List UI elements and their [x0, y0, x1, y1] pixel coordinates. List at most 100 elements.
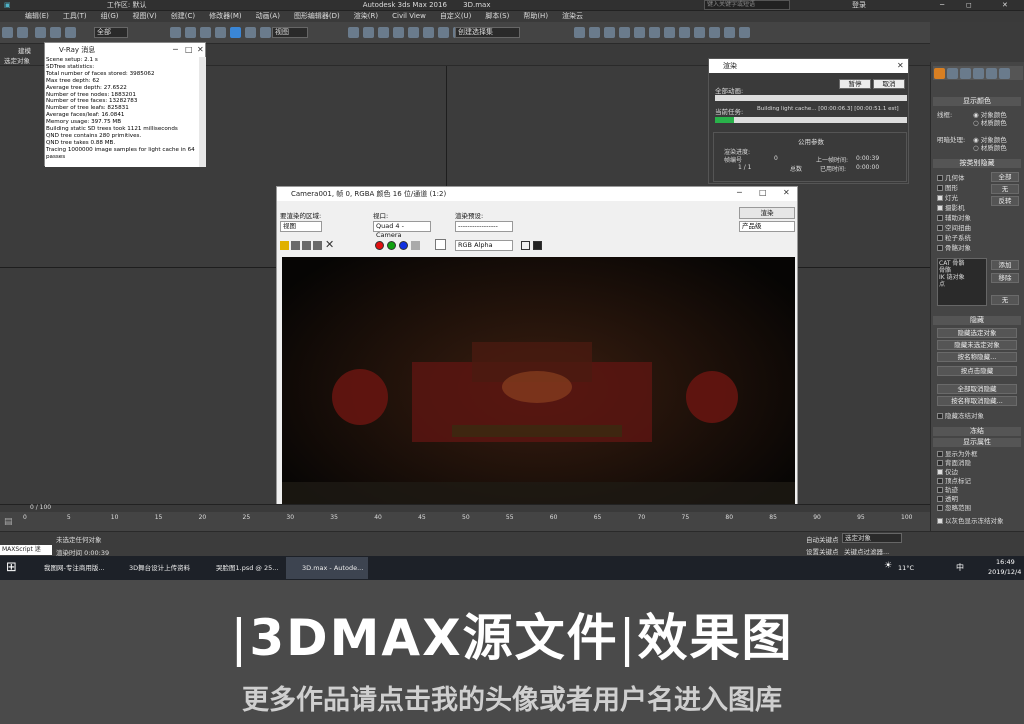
taskbar-app[interactable]: 我图网-专注商用版... — [28, 557, 108, 579]
mirror-icon[interactable] — [574, 27, 586, 38]
render-production-icon[interactable] — [709, 27, 721, 38]
none-button[interactable]: 无 — [991, 184, 1019, 194]
utilities-tab-icon[interactable] — [999, 68, 1010, 79]
hide-header[interactable]: 隐藏 — [933, 316, 1021, 325]
rotate-icon[interactable] — [245, 27, 257, 38]
category-checkbox[interactable]: 图形 — [937, 182, 958, 192]
blue-channel-icon[interactable] — [399, 241, 408, 250]
snap-icon[interactable] — [392, 27, 404, 38]
hierarchy-tab-icon[interactable] — [960, 68, 971, 79]
minimize-icon[interactable]: ─ — [173, 45, 178, 54]
hide-by-hit-button[interactable]: 按点击隐藏 — [937, 366, 1017, 376]
percent-snap-icon[interactable] — [422, 27, 434, 38]
named-selection-dropdown[interactable]: 创建选择集 — [455, 27, 520, 38]
manipulate-icon[interactable] — [362, 27, 374, 38]
hide-unselected-button[interactable]: 隐藏未选定对象 — [937, 340, 1017, 350]
vray-icon[interactable] — [724, 27, 736, 38]
window-crossing-icon[interactable] — [215, 27, 227, 38]
material-color-radio[interactable]: ○ 材质颜色 — [973, 117, 1007, 127]
key-filters-button[interactable]: 关键点过滤器... — [844, 546, 889, 556]
render-setup-icon[interactable] — [679, 27, 691, 38]
menu-item[interactable]: 脚本(S) — [485, 11, 509, 22]
menu-item[interactable]: 图形编辑器(D) — [294, 11, 340, 22]
menu-item[interactable]: 视图(V) — [133, 11, 157, 22]
hide-frozen-checkbox[interactable]: 隐藏冻结对象 — [937, 410, 984, 420]
close-icon[interactable]: ✕ — [197, 45, 204, 54]
selection-filter-dropdown[interactable]: 全部 — [94, 27, 128, 38]
tab-selected[interactable]: 选定对象 — [4, 55, 30, 65]
close-icon[interactable]: ✕ — [783, 188, 790, 197]
save-image-icon[interactable] — [280, 241, 289, 250]
add-button[interactable]: 添加 — [991, 260, 1019, 270]
menu-item[interactable]: 自定义(U) — [440, 11, 472, 22]
unhide-all-button[interactable]: 全部取消隐藏 — [937, 384, 1017, 394]
login-link[interactable]: 登录 — [852, 0, 866, 11]
invert-button[interactable]: 反转 — [991, 196, 1019, 206]
pause-button[interactable]: 暂停 — [839, 79, 871, 89]
preset-dropdown[interactable]: ----------------- — [455, 221, 513, 232]
select-icon[interactable] — [170, 27, 182, 38]
render-button[interactable]: 渲染 — [739, 207, 795, 219]
category-checkbox[interactable]: 空间扭曲 — [937, 222, 971, 232]
display-alpha-icon[interactable] — [533, 241, 542, 250]
search-input[interactable]: 键入关键字或短语 — [704, 0, 790, 10]
product-level-dropdown[interactable]: 产品级 — [739, 221, 795, 232]
mini-curve-icon[interactable]: ▤ — [4, 517, 13, 527]
time-slider-position[interactable]: 0 / 100 — [30, 504, 51, 511]
set-key-label[interactable]: 设置关键点 — [806, 546, 839, 556]
minimize-icon[interactable]: ─ — [737, 188, 742, 197]
close-icon[interactable]: ✕ — [897, 61, 904, 70]
category-checkbox[interactable]: 灯光 — [937, 192, 958, 202]
taskbar-app[interactable]: 3D.max - Autode... — [286, 557, 368, 579]
category-checkbox[interactable]: 摄影机 — [937, 202, 965, 212]
color-swatch[interactable] — [435, 239, 446, 250]
category-checkbox[interactable]: 粒子系统 — [937, 232, 971, 242]
hide-by-category-header[interactable]: 按类别隐藏 — [933, 159, 1021, 168]
scale-icon[interactable] — [260, 27, 272, 38]
rect-select-icon[interactable] — [200, 27, 212, 38]
app-icon[interactable]: ▣ — [4, 0, 11, 11]
category-checkbox[interactable]: 几何体 — [937, 172, 965, 182]
print-icon[interactable] — [313, 241, 322, 250]
scrollbar[interactable] — [199, 57, 206, 167]
menu-item[interactable]: 动画(A) — [256, 11, 280, 22]
taskbar-app[interactable]: 哭脸图1.psd @ 25... — [200, 557, 282, 579]
angle-snap-icon[interactable] — [407, 27, 419, 38]
ime-indicator[interactable]: 中 — [956, 562, 964, 573]
minimize-icon[interactable]: ─ — [940, 0, 944, 11]
cancel-button[interactable]: 取消 — [873, 79, 905, 89]
menu-item[interactable]: 编辑(E) — [25, 11, 49, 22]
workspace-selector[interactable]: 工作区: 默认 — [107, 0, 147, 11]
pivot-icon[interactable] — [347, 27, 359, 38]
move-icon[interactable] — [230, 27, 242, 38]
curve-editor-icon[interactable] — [634, 27, 646, 38]
clear-icon[interactable]: ✕ — [325, 238, 334, 251]
key-mode-dropdown[interactable]: 选定对象 — [842, 533, 902, 543]
menu-item[interactable]: 渲染云 — [562, 11, 583, 22]
category-list[interactable]: CAT 骨骼 骨骼 IK 链对象 点 — [937, 258, 987, 306]
viewport-dropdown[interactable]: Quad 4 - Camera — [373, 221, 431, 239]
menu-item[interactable]: Civil View — [392, 11, 426, 22]
motion-tab-icon[interactable] — [973, 68, 984, 79]
render-area-dropdown[interactable]: 视图 — [280, 221, 322, 232]
spinner-snap-icon[interactable] — [437, 27, 449, 38]
create-tab-icon[interactable] — [934, 68, 945, 79]
none-list-button[interactable]: 无 — [991, 295, 1019, 305]
material-color-radio[interactable]: ○ 材质颜色 — [973, 142, 1007, 152]
keyboard-shortcut-icon[interactable] — [377, 27, 389, 38]
timeline[interactable]: 0 / 100 ▤ 0 5 10 15 20 25 30 35 40 45 50 55 60 65 70 75… — [0, 504, 930, 531]
menu-item[interactable]: 组(G) — [101, 11, 119, 22]
green-channel-icon[interactable] — [387, 241, 396, 250]
prop-checkbox[interactable]: 忽略范围 — [937, 502, 971, 512]
tab-modeling[interactable]: 建模 — [18, 45, 31, 55]
mono-icon[interactable] — [521, 241, 530, 250]
display-tab-icon[interactable] — [986, 68, 997, 79]
undo-icon[interactable] — [2, 27, 13, 38]
close-icon[interactable]: ✕ — [1002, 0, 1008, 11]
maximize-icon[interactable]: □ — [185, 45, 193, 54]
channel-dropdown[interactable]: RGB Alpha — [455, 240, 513, 251]
display-props-header[interactable]: 显示属性 — [933, 438, 1021, 447]
copy-image-icon[interactable] — [291, 241, 300, 250]
menu-item[interactable]: 修改器(M) — [209, 11, 242, 22]
remove-button[interactable]: 移除 — [991, 273, 1019, 283]
